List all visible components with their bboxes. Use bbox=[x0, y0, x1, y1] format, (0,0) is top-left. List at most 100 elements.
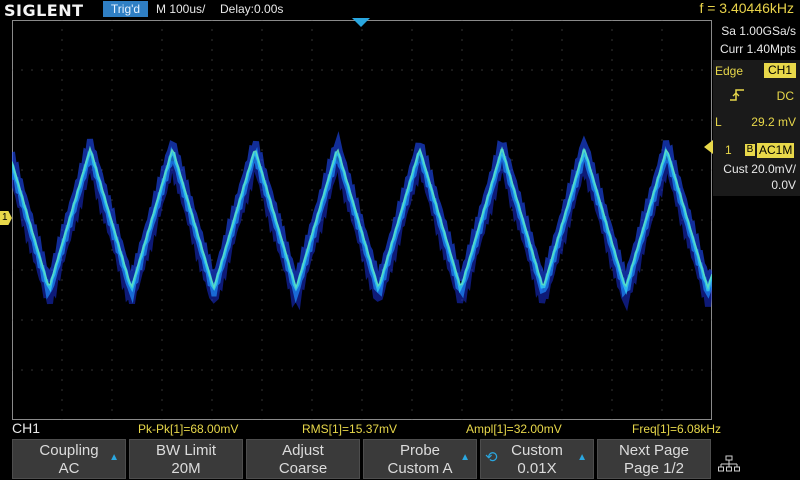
grid-dot bbox=[631, 369, 633, 371]
grid-dot bbox=[261, 329, 263, 331]
grid-dot bbox=[281, 219, 283, 221]
grid-dot bbox=[471, 319, 473, 321]
grid-dot bbox=[291, 69, 293, 71]
grid-dot bbox=[211, 219, 213, 221]
grid-dot bbox=[531, 219, 533, 221]
grid-dot bbox=[461, 219, 463, 221]
grid-dot bbox=[651, 319, 653, 321]
grid-dot bbox=[511, 20, 513, 21]
grid-dot bbox=[611, 379, 613, 381]
grid-dot bbox=[361, 299, 363, 301]
grid-dot bbox=[51, 169, 53, 171]
grid-dot bbox=[411, 89, 413, 91]
coupling-softkey[interactable]: Coupling AC ▲ bbox=[12, 439, 126, 479]
grid-dot bbox=[61, 319, 63, 321]
grid-dot bbox=[641, 319, 643, 321]
trigger-level-label: L bbox=[715, 115, 722, 129]
grid-dot bbox=[211, 229, 213, 231]
grid-dot bbox=[461, 389, 463, 391]
grid-dot bbox=[311, 209, 313, 211]
grid-dot bbox=[161, 379, 163, 381]
grid-dot bbox=[661, 279, 663, 281]
grid-dot bbox=[681, 369, 683, 371]
grid-dot bbox=[81, 119, 83, 121]
grid-dot bbox=[341, 69, 343, 71]
ch1-ground-marker[interactable]: 1 bbox=[0, 211, 12, 225]
grid-dot bbox=[301, 69, 303, 71]
grid-dot bbox=[361, 179, 363, 181]
timebase-readout[interactable]: M 100us/ bbox=[156, 2, 205, 16]
grid-dot bbox=[661, 209, 663, 211]
grid-dot bbox=[111, 169, 113, 171]
grid-dot bbox=[311, 389, 313, 391]
grid-dot bbox=[31, 69, 33, 71]
grid-dot bbox=[461, 20, 463, 21]
grid-dot bbox=[261, 289, 263, 291]
grid-dot bbox=[261, 79, 263, 81]
grid-dot bbox=[111, 20, 113, 21]
probe-softkey[interactable]: Probe Custom A ▲ bbox=[363, 439, 477, 479]
grid-dot bbox=[241, 369, 243, 371]
grid-dot bbox=[561, 39, 563, 41]
grid-dot bbox=[61, 119, 63, 121]
grid-dot bbox=[461, 369, 463, 371]
grid-dot bbox=[201, 119, 203, 121]
grid-dot bbox=[211, 189, 213, 191]
grid-dot bbox=[261, 259, 263, 261]
trigger-panel[interactable]: Edge CH1 DC L 29.2 mV bbox=[713, 60, 800, 152]
grid-dot bbox=[661, 89, 663, 91]
grid-dot bbox=[561, 20, 563, 21]
grid-dot bbox=[111, 89, 113, 91]
grid-dot bbox=[651, 69, 653, 71]
grid-dot bbox=[411, 359, 413, 361]
trigger-level-marker[interactable] bbox=[704, 140, 713, 154]
grid-dot bbox=[141, 319, 143, 321]
grid-dot bbox=[311, 339, 313, 341]
custom-probe-softkey[interactable]: ⟲ Custom 0.01X ▲ bbox=[480, 439, 594, 479]
trigger-position-marker[interactable] bbox=[352, 18, 370, 27]
next-page-softkey[interactable]: Next Page Page 1/2 bbox=[597, 439, 711, 479]
channel-label: CH1 bbox=[12, 420, 41, 436]
delay-readout[interactable]: Delay:0.00s bbox=[220, 2, 283, 16]
adjust-softkey[interactable]: Adjust Coarse bbox=[246, 439, 360, 479]
grid-dot bbox=[411, 349, 413, 351]
grid-dot bbox=[611, 359, 613, 361]
grid-dot bbox=[111, 69, 113, 71]
grid-dot bbox=[451, 369, 453, 371]
grid-dot bbox=[681, 119, 683, 121]
grid-dot bbox=[361, 399, 363, 401]
grid-dot bbox=[391, 219, 393, 221]
grid-dot bbox=[171, 69, 173, 71]
grid-dot bbox=[211, 179, 213, 181]
grid-dot bbox=[101, 269, 103, 271]
grid-dot bbox=[391, 369, 393, 371]
grid-dot bbox=[251, 269, 253, 271]
grid-dot bbox=[511, 409, 513, 411]
bw-limit-softkey[interactable]: BW Limit 20M bbox=[129, 439, 243, 479]
grid-dot bbox=[281, 119, 283, 121]
grid-dot bbox=[111, 329, 113, 331]
grid-dot bbox=[411, 319, 413, 321]
grid-dot bbox=[431, 119, 433, 121]
grid-dot bbox=[511, 49, 513, 51]
grid-dot bbox=[211, 259, 213, 261]
grid-dot bbox=[211, 379, 213, 381]
grid-dot bbox=[511, 59, 513, 61]
grid-dot bbox=[341, 219, 343, 221]
grid-dot bbox=[271, 119, 273, 121]
grid-dot bbox=[161, 329, 163, 331]
grid-dot bbox=[571, 119, 573, 121]
grid-dot bbox=[231, 319, 233, 321]
trigger-level: 29.2 mV bbox=[751, 115, 796, 129]
grid-dot bbox=[451, 169, 453, 171]
grid-dot bbox=[211, 139, 213, 141]
channel-panel[interactable]: 1 B AC1M Cust 20.0mV/ 0.0V bbox=[713, 140, 800, 196]
grid-dot bbox=[51, 69, 53, 71]
grid-dot bbox=[411, 259, 413, 261]
grid-dot bbox=[701, 369, 703, 371]
grid-dot bbox=[661, 59, 663, 61]
grid-dot bbox=[511, 229, 513, 231]
grid-dot bbox=[631, 319, 633, 321]
grid-dot bbox=[181, 219, 183, 221]
grid-dot bbox=[581, 319, 583, 321]
